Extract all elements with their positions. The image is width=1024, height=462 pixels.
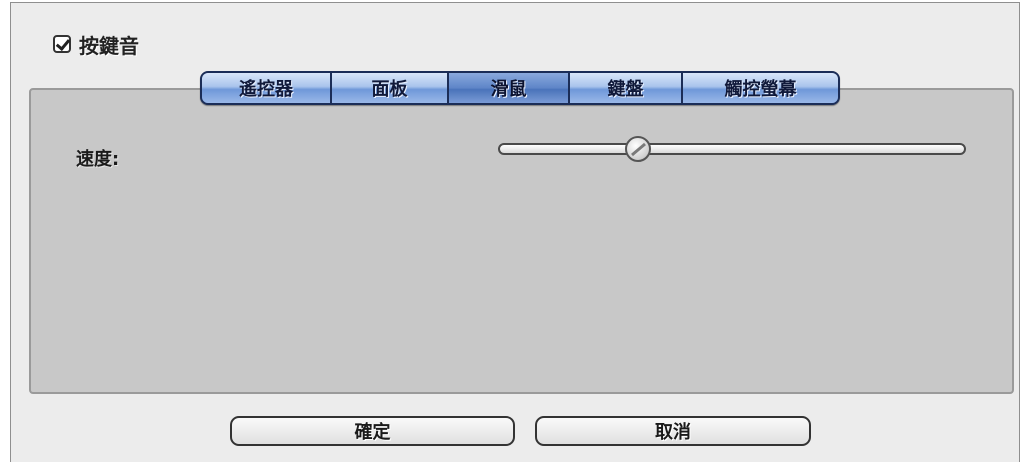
- speed-label: 速度:: [76, 149, 120, 170]
- beep-label: 按鍵音: [79, 33, 139, 58]
- tab-keyboard[interactable]: 鍵盤: [570, 73, 683, 103]
- ok-button[interactable]: 確定: [230, 416, 515, 446]
- tab-touchscreen[interactable]: 觸控螢幕: [683, 73, 838, 103]
- tab-bar: 遙控器 面板 滑鼠 鍵盤 觸控螢幕: [200, 71, 840, 105]
- tab-mouse[interactable]: 滑鼠: [449, 73, 570, 103]
- beep-option[interactable]: 按鍵音: [53, 31, 139, 58]
- tab-panel[interactable]: 面板: [332, 73, 449, 103]
- cancel-button[interactable]: 取消: [535, 416, 811, 446]
- speed-slider-track[interactable]: [498, 143, 966, 155]
- settings-panel: [29, 88, 1014, 394]
- beep-checkbox[interactable]: [53, 35, 71, 53]
- tab-remote[interactable]: 遙控器: [202, 73, 332, 103]
